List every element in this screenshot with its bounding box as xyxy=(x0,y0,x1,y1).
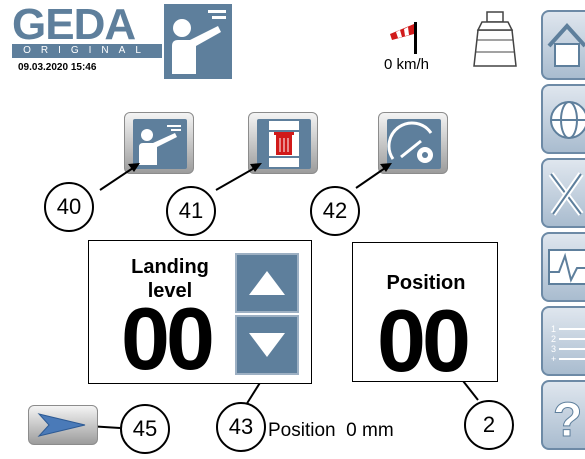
landing-down-button[interactable] xyxy=(235,315,299,375)
send-arrow-icon xyxy=(37,413,86,437)
callout-41: 41 xyxy=(166,186,216,236)
callout-2: 2 xyxy=(464,400,514,450)
position-value: 00 xyxy=(377,291,471,390)
arrow-down-icon xyxy=(249,333,285,357)
callout-42: 42 xyxy=(310,186,360,236)
callout-leaders xyxy=(82,163,479,432)
callout-45: 45 xyxy=(120,404,170,454)
landing-level-panel: Landing level 00 xyxy=(88,240,312,384)
landing-level-value: 00 xyxy=(121,289,215,388)
position-panel: Position 00 xyxy=(352,242,498,390)
send-button[interactable] xyxy=(28,405,98,445)
position-readout: Position 0 mm xyxy=(268,420,394,441)
callout-40: 40 xyxy=(44,182,94,232)
landing-label-line1: Landing xyxy=(131,256,209,278)
arrow-up-icon xyxy=(249,271,285,295)
callout-43: 43 xyxy=(216,402,266,452)
landing-up-button[interactable] xyxy=(235,253,299,313)
